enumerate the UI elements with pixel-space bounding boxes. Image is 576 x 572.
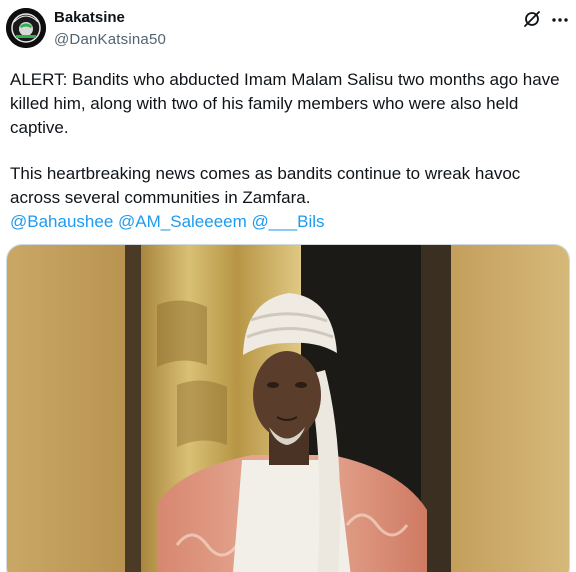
mention-link[interactable]: @___Bils — [252, 212, 325, 231]
tweet-photo[interactable] — [6, 244, 570, 572]
author-display-name[interactable]: Bakatsine — [54, 9, 125, 26]
grok-icon[interactable] — [522, 9, 542, 29]
tweet-text-paragraph-1: ALERT: Bandits who abducted Imam Malam S… — [10, 70, 560, 137]
mention-link[interactable]: @Bahaushee — [10, 212, 113, 231]
tweet-card[interactable]: Bakatsine @DanKatsina50 ALERT: Bandits w… — [0, 0, 576, 572]
author-handle[interactable]: @DanKatsina50 — [54, 31, 166, 48]
mentions-line: @Bahaushee @AM_Saleeeem @___Bils — [10, 210, 325, 234]
tweet-text-paragraph-2: This heartbreaking news comes as bandits… — [10, 164, 521, 207]
author-avatar[interactable] — [6, 8, 46, 48]
mention-link[interactable]: @AM_Saleeeem — [118, 212, 247, 231]
more-horizontal-icon[interactable] — [550, 10, 570, 30]
